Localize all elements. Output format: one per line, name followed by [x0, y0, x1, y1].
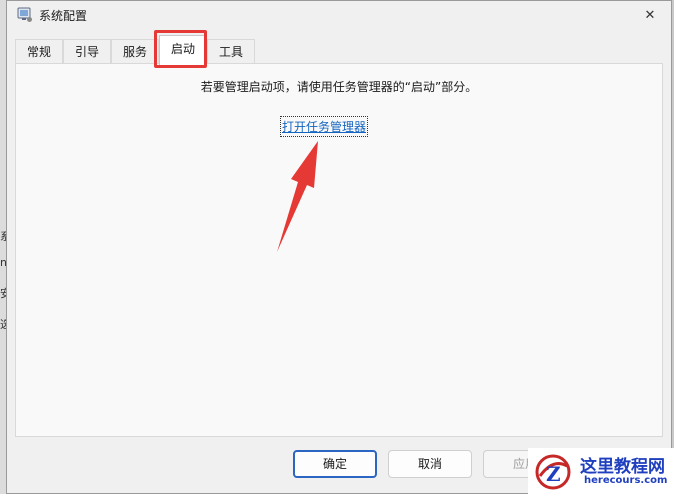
- watermark-logo-icon: Z: [535, 454, 571, 490]
- ok-button[interactable]: 确定: [293, 450, 377, 478]
- tab-general[interactable]: 常规: [15, 39, 63, 64]
- open-task-manager-link[interactable]: 打开任务管理器: [279, 116, 369, 137]
- close-button[interactable]: ✕: [635, 3, 665, 27]
- tab-tools[interactable]: 工具: [207, 39, 255, 64]
- close-icon: ✕: [644, 7, 656, 23]
- site-watermark: Z 这里教程网 herecours.com: [528, 448, 674, 494]
- system-configuration-window: 系统配置 ✕ 常规 引导 服务 启动 工具 若要管理启动项，请使用任务管理器的“…: [6, 0, 672, 494]
- window-title: 系统配置: [39, 9, 88, 23]
- watermark-subtitle: herecours.com: [584, 475, 668, 486]
- startup-message: 若要管理启动项，请使用任务管理器的“启动”部分。: [200, 80, 478, 94]
- svg-text:Z: Z: [546, 462, 561, 486]
- msconfig-icon: [17, 7, 33, 23]
- tab-services[interactable]: 服务: [111, 39, 159, 64]
- tab-strip: 常规 引导 服务 启动 工具: [15, 35, 674, 65]
- annotation-highlight-box: [154, 30, 207, 68]
- cancel-button[interactable]: 取消: [388, 450, 472, 478]
- startup-tab-panel: 若要管理启动项，请使用任务管理器的“启动”部分。 打开任务管理器: [15, 63, 663, 437]
- title-bar[interactable]: 系统配置 ✕: [7, 1, 671, 31]
- watermark-title: 这里教程网: [580, 457, 665, 477]
- tab-boot[interactable]: 引导: [63, 39, 111, 64]
